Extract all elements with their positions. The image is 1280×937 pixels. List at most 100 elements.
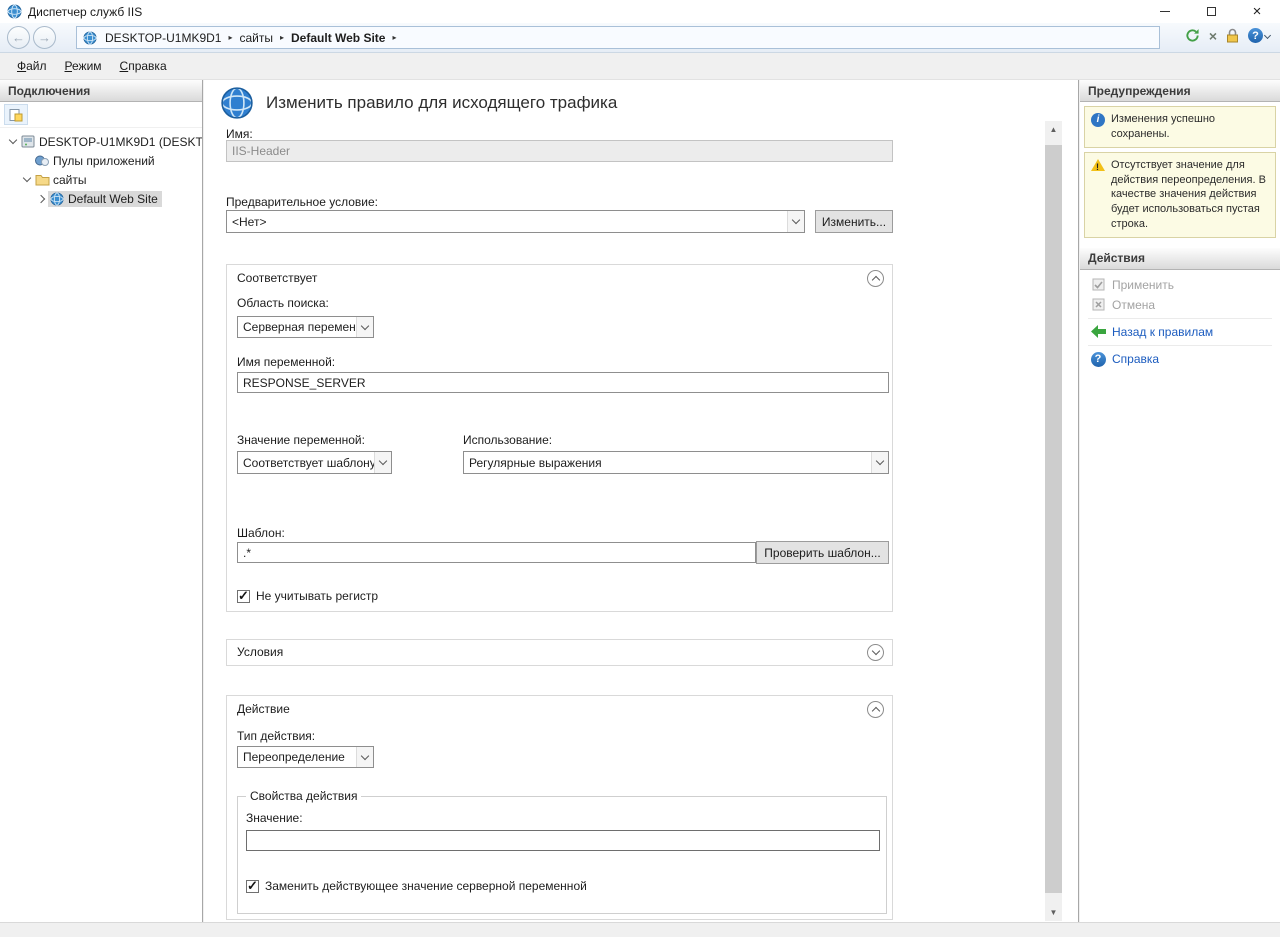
using-value: Регулярные выражения bbox=[464, 452, 871, 473]
tree-item-default-web-site[interactable]: Default Web Site bbox=[0, 189, 202, 208]
chevron-up-icon bbox=[871, 707, 879, 715]
alerts-header: Предупреждения bbox=[1080, 80, 1280, 102]
restore-button[interactable] bbox=[1188, 0, 1234, 23]
actions-header-label: Действия bbox=[1088, 251, 1145, 265]
expand-conditions-button[interactable] bbox=[867, 644, 884, 661]
warning-icon: ! bbox=[1091, 159, 1105, 232]
using-select[interactable]: Регулярные выражения bbox=[463, 451, 889, 474]
breadcrumb-item-site[interactable]: Default Web Site bbox=[287, 31, 389, 45]
restore-icon bbox=[1207, 7, 1216, 16]
breadcrumb-separator-icon[interactable]: ▸ bbox=[277, 33, 287, 42]
replace-value-label[interactable]: Заменить действующее значение серверной … bbox=[265, 879, 587, 893]
tree-item-server[interactable]: DESKTOP-U1MK9D1 (DESKTOI bbox=[0, 132, 202, 151]
connections-header: Подключения bbox=[0, 80, 202, 102]
breadcrumb-separator-icon[interactable]: ▸ bbox=[389, 33, 399, 42]
conditions-section: Условия bbox=[226, 639, 893, 666]
help-menu-button[interactable]: ? bbox=[1248, 28, 1270, 43]
page-globe-icon bbox=[220, 86, 254, 120]
forward-button[interactable]: → bbox=[33, 26, 56, 49]
breadcrumb-item-server[interactable]: DESKTOP-U1MK9D1 bbox=[101, 31, 225, 45]
site-globe-icon bbox=[49, 192, 65, 206]
chevron-down-icon bbox=[871, 647, 879, 655]
ignore-case-label[interactable]: Не учитывать регистр bbox=[256, 589, 378, 603]
name-field: IIS-Header bbox=[226, 140, 893, 162]
stop-icon[interactable]: × bbox=[1209, 29, 1217, 43]
action-help[interactable]: ? Справка bbox=[1080, 349, 1280, 370]
replace-value-checkbox[interactable] bbox=[246, 880, 259, 893]
tree-item-app-pools[interactable]: Пулы приложений bbox=[0, 151, 202, 170]
menu-file[interactable]: Файл bbox=[8, 55, 56, 77]
variable-value-label: Значение переменной: bbox=[237, 433, 365, 447]
scrollbar-thumb[interactable] bbox=[1045, 145, 1062, 893]
scope-label: Область поиска: bbox=[237, 296, 329, 310]
server-icon bbox=[20, 135, 36, 148]
chevron-down-icon bbox=[356, 747, 373, 767]
alert-text: Отсутствует значение для действия переоп… bbox=[1111, 158, 1269, 232]
connection-tasks-button[interactable] bbox=[4, 104, 28, 125]
minimize-icon bbox=[1160, 11, 1170, 12]
value-label: Значение: bbox=[246, 811, 303, 825]
pattern-field[interactable]: .* bbox=[237, 542, 756, 563]
action-properties-group: Свойства действия Значение: Заменить дей… bbox=[237, 796, 887, 914]
title-bar: Диспетчер служб IIS × bbox=[0, 0, 1280, 23]
edit-precondition-button[interactable]: Изменить... bbox=[815, 210, 893, 233]
apply-icon bbox=[1090, 278, 1106, 291]
close-icon: × bbox=[1253, 4, 1262, 19]
action-type-select[interactable]: Переопределение bbox=[237, 746, 374, 768]
connections-header-label: Подключения bbox=[8, 84, 90, 98]
breadcrumb-item-sites[interactable]: сайты bbox=[236, 31, 278, 45]
action-apply: Применить bbox=[1080, 275, 1280, 295]
sites-folder-icon bbox=[34, 174, 50, 186]
action-cancel: Отмена bbox=[1080, 295, 1280, 315]
page-title: Изменить правило для исходящего трафика bbox=[266, 93, 617, 113]
breadcrumb-separator-icon[interactable]: ▸ bbox=[225, 33, 235, 42]
menu-view[interactable]: Режим bbox=[56, 55, 111, 77]
test-pattern-button[interactable]: Проверить шаблон... bbox=[756, 541, 889, 564]
scroll-up-button[interactable]: ▲ bbox=[1045, 121, 1062, 138]
variable-name-field[interactable]: RESPONSE_SERVER bbox=[237, 372, 889, 393]
menu-help[interactable]: Справка bbox=[111, 55, 176, 77]
value-field[interactable] bbox=[246, 830, 880, 851]
chevron-up-icon bbox=[871, 276, 879, 284]
ignore-case-checkbox[interactable] bbox=[237, 590, 250, 603]
alert-warning: ! Отсутствует значение для действия пере… bbox=[1084, 152, 1276, 238]
app-icon bbox=[7, 4, 22, 19]
feature-view-panel: Изменить правило для исходящего трафика … bbox=[204, 80, 1079, 922]
chevron-down-icon bbox=[1264, 32, 1271, 39]
action-back-to-rules[interactable]: Назад к правилам bbox=[1080, 322, 1280, 342]
variable-value-value: Соответствует шаблону bbox=[238, 452, 374, 473]
chevron-down-icon bbox=[871, 452, 888, 473]
help-icon: ? bbox=[1090, 352, 1106, 367]
precondition-value: <Нет> bbox=[227, 211, 787, 232]
back-icon: ← bbox=[12, 30, 25, 45]
tree-expander-icon[interactable] bbox=[34, 196, 48, 202]
breadcrumb: DESKTOP-U1MK9D1 ▸ сайты ▸ Default Web Si… bbox=[76, 26, 1160, 49]
help-icon: ? bbox=[1248, 28, 1263, 43]
cancel-icon bbox=[1090, 298, 1106, 311]
action-help-label[interactable]: Справка bbox=[1112, 352, 1159, 366]
precondition-select[interactable]: <Нет> bbox=[226, 210, 805, 233]
refresh-icon[interactable] bbox=[1185, 28, 1200, 43]
action-cancel-label: Отмена bbox=[1112, 298, 1155, 312]
collapse-action-button[interactable] bbox=[867, 701, 884, 718]
close-button[interactable]: × bbox=[1234, 0, 1280, 23]
collapse-match-button[interactable] bbox=[867, 270, 884, 287]
application-pools-icon bbox=[34, 154, 50, 167]
tree-selected-highlight: Default Web Site bbox=[48, 191, 162, 207]
back-button[interactable]: ← bbox=[7, 26, 30, 49]
scroll-down-button[interactable]: ▼ bbox=[1045, 904, 1062, 921]
scope-select[interactable]: Серверная переменн bbox=[237, 316, 374, 338]
tree-item-label: DESKTOP-U1MK9D1 (DESKTOI bbox=[39, 135, 203, 149]
alert-info: i Изменения успешно сохранены. bbox=[1084, 106, 1276, 148]
variable-value-select[interactable]: Соответствует шаблону bbox=[237, 451, 392, 474]
tree-expander-icon[interactable] bbox=[6, 140, 20, 143]
tree-expander-icon[interactable] bbox=[20, 178, 34, 181]
name-label: Имя: bbox=[226, 127, 253, 141]
lock-icon[interactable] bbox=[1226, 28, 1239, 43]
tree-item-label: Default Web Site bbox=[68, 192, 158, 206]
variable-name-label: Имя переменной: bbox=[237, 355, 335, 369]
tree-item-sites[interactable]: сайты bbox=[0, 170, 202, 189]
minimize-button[interactable] bbox=[1142, 0, 1188, 23]
vertical-scrollbar[interactable]: ▲ ▼ bbox=[1045, 121, 1062, 921]
action-back-to-rules-label[interactable]: Назад к правилам bbox=[1112, 325, 1213, 339]
